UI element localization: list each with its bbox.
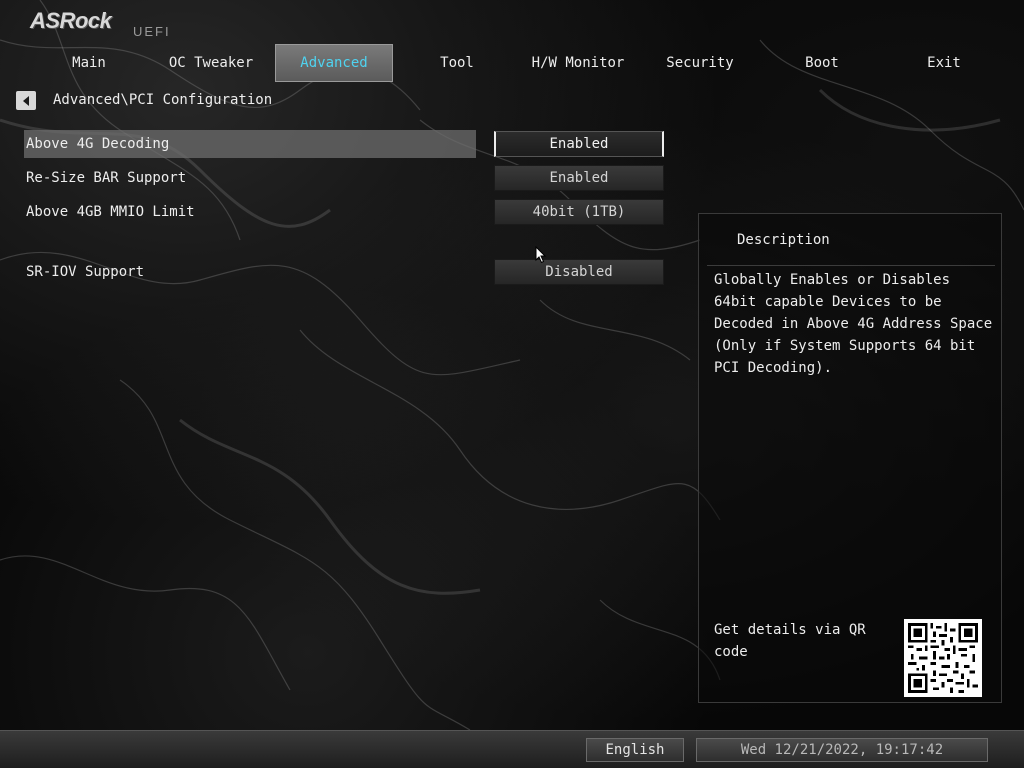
description-title: Description xyxy=(737,232,830,248)
tab-tool[interactable]: Tool xyxy=(398,44,516,82)
mouse-cursor-icon xyxy=(535,246,547,264)
description-text: Globally Enables or Disables 64bit capab… xyxy=(714,272,993,376)
tab-advanced[interactable]: Advanced xyxy=(275,44,393,82)
tab-oc-tweaker[interactable]: OC Tweaker xyxy=(152,44,270,82)
description-panel: Description Globally Enables or Disables… xyxy=(698,213,1002,703)
uefi-label: UEFI xyxy=(133,24,171,39)
main-tab-bar: Main OC Tweaker Advanced Tool H/W Monito… xyxy=(30,44,994,84)
setting-above-4gb-mmio-limit[interactable]: Above 4GB MMIO Limit xyxy=(24,198,476,226)
above-4gb-mmio-limit-value[interactable]: 40bit (1TB) xyxy=(494,199,664,225)
date-time-display: Wed 12/21/2022, 19:17:42 xyxy=(696,738,988,762)
qr-code xyxy=(904,619,982,697)
language-button[interactable]: English xyxy=(586,738,684,762)
tab-boot[interactable]: Boot xyxy=(763,44,881,82)
description-divider xyxy=(707,265,995,266)
sr-iov-support-value[interactable]: Disabled xyxy=(494,259,664,285)
back-button[interactable] xyxy=(16,91,36,110)
setting-sr-iov-support[interactable]: SR-IOV Support xyxy=(24,258,476,286)
above-4g-decoding-value[interactable]: Enabled xyxy=(494,131,664,157)
tab-exit[interactable]: Exit xyxy=(885,44,1003,82)
setting-above-4g-decoding[interactable]: Above 4G Decoding xyxy=(24,130,476,158)
qr-code-icon xyxy=(908,623,978,693)
setting-resize-bar-support[interactable]: Re-Size BAR Support xyxy=(24,164,476,192)
resize-bar-support-value[interactable]: Enabled xyxy=(494,165,664,191)
bottom-status-bar: English Wed 12/21/2022, 19:17:42 xyxy=(0,730,1024,768)
breadcrumb: Advanced\PCI Configuration xyxy=(53,92,273,108)
left-triangle-icon xyxy=(23,95,29,106)
asrock-logo: ASRock xyxy=(30,8,112,33)
bios-screen: ASRock UEFI Main OC Tweaker Advanced Too… xyxy=(0,0,1024,768)
tab-hw-monitor[interactable]: H/W Monitor xyxy=(519,44,637,82)
qr-details-text: Get details via QR code xyxy=(714,622,866,660)
tab-main[interactable]: Main xyxy=(30,44,148,82)
tab-security[interactable]: Security xyxy=(641,44,759,82)
